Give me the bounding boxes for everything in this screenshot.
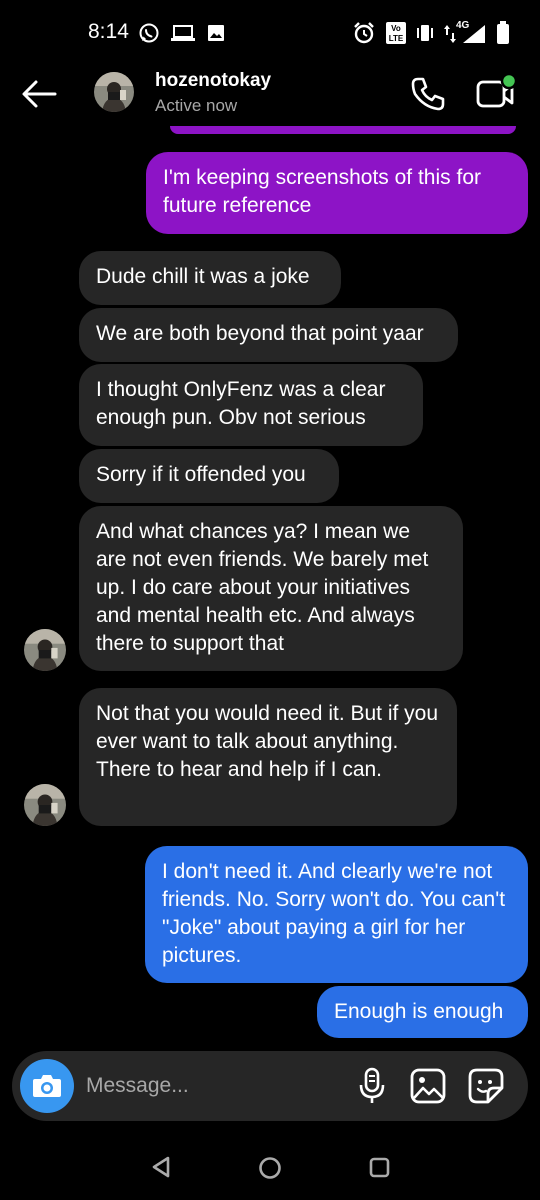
message-text: I'm keeping screenshots of this for futu… — [163, 166, 481, 217]
message-bubble-incoming[interactable]: Not that you would need it. But if you e… — [79, 688, 457, 826]
video-call-icon[interactable] — [472, 72, 518, 114]
sticker-icon[interactable] — [468, 1068, 504, 1104]
volte-icon: Vo LTE — [386, 22, 406, 44]
message-bubble-incoming[interactable]: Dude chill it was a joke — [79, 251, 341, 305]
status-time: 8:14 — [88, 20, 129, 43]
message-bubble-incoming[interactable]: We are both beyond that point yaar — [79, 308, 458, 362]
nav-back-icon[interactable] — [150, 1156, 172, 1178]
message-text: We are both beyond that point yaar — [96, 322, 424, 345]
avatar[interactable] — [24, 784, 66, 826]
whatsapp-icon — [139, 23, 159, 43]
alarm-icon — [354, 22, 374, 44]
active-status: Active now — [155, 96, 238, 115]
message-text: I thought OnlyFenz was a clear enough pu… — [96, 378, 386, 429]
gallery-icon[interactable] — [410, 1068, 446, 1104]
message-bubble-incoming[interactable]: Sorry if it offended you — [79, 449, 339, 503]
camera-icon — [33, 1075, 61, 1097]
online-indicator — [500, 72, 518, 90]
microphone-icon[interactable] — [358, 1067, 386, 1105]
message-bubble-incoming[interactable]: I thought OnlyFenz was a clear enough pu… — [79, 364, 423, 446]
message-text: Enough is enough — [334, 1000, 504, 1023]
system-nav-bar — [0, 1130, 540, 1200]
avatar[interactable] — [94, 72, 134, 112]
message-list[interactable]: I'm keeping screenshots of this for futu… — [0, 126, 540, 1046]
message-text: I don't need it. And clearly we're not f… — [162, 860, 506, 967]
camera-button[interactable] — [20, 1059, 74, 1113]
message-text: Dude chill it was a joke — [96, 265, 310, 288]
message-composer — [12, 1051, 528, 1121]
message-bubble-outgoing[interactable]: Enough is enough — [317, 986, 528, 1038]
message-bubble-outgoing[interactable]: I don't need it. And clearly we're not f… — [145, 846, 528, 983]
previous-bubble-edge — [170, 126, 516, 134]
message-input[interactable] — [86, 1072, 346, 1100]
phone-icon[interactable] — [408, 74, 448, 114]
status-bar: 8:14 Vo LTE 4G — [0, 0, 540, 64]
nav-home-icon[interactable] — [258, 1156, 282, 1180]
message-text: Not that you would need it. But if you e… — [96, 702, 439, 781]
image-icon — [208, 25, 224, 41]
message-bubble-incoming[interactable]: And what chances ya? I mean we are not e… — [79, 506, 463, 671]
message-text: And what chances ya? I mean we are not e… — [96, 520, 429, 655]
chat-header: hozenotokay Active now — [0, 64, 540, 126]
back-arrow-icon[interactable] — [20, 78, 58, 110]
signal-icon — [463, 25, 485, 43]
svg-text:Vo: Vo — [391, 24, 401, 33]
vibrate-icon — [417, 25, 433, 41]
laptop-icon — [171, 25, 195, 41]
nav-recents-icon[interactable] — [369, 1157, 390, 1178]
avatar[interactable] — [24, 629, 66, 671]
message-text: Sorry if it offended you — [96, 463, 306, 486]
data-arrows-icon — [444, 25, 456, 43]
battery-icon — [497, 21, 509, 44]
message-bubble-outgoing[interactable]: I'm keeping screenshots of this for futu… — [146, 152, 528, 234]
username[interactable]: hozenotokay — [155, 70, 271, 92]
svg-text:LTE: LTE — [389, 34, 404, 43]
